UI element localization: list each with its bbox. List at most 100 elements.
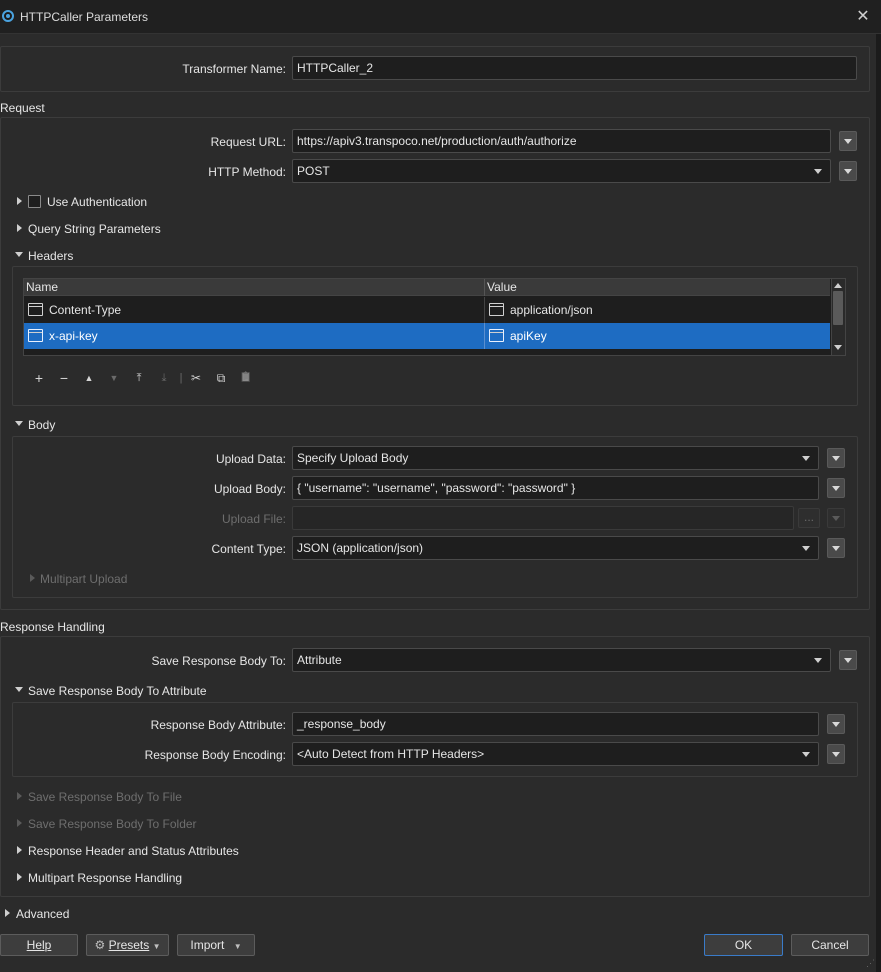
cut-icon[interactable]: ✂ <box>187 369 205 387</box>
request-section-label: Request <box>0 101 45 115</box>
cell-attribute-icon <box>28 329 43 342</box>
disclosure-triangle-icon[interactable] <box>17 197 22 205</box>
move-down-icon[interactable]: ▼ <box>105 369 123 387</box>
headers-table: Name Value Content-Type application/json… <box>23 278 846 356</box>
paste-icon[interactable]: 📋 <box>237 369 255 387</box>
upload-data-select[interactable]: Specify Upload Body <box>292 446 819 470</box>
upload-file-input <box>292 506 794 530</box>
content-type-menu-button[interactable] <box>827 538 845 558</box>
table-row[interactable]: x-api-key apiKey <box>24 323 830 349</box>
request-url-menu-button[interactable] <box>839 131 857 151</box>
advanced-toggle[interactable]: Advanced <box>16 907 69 921</box>
import-button-label: Import <box>190 938 225 952</box>
request-url-input[interactable]: https://apiv3.transpoco.net/production/a… <box>292 129 831 153</box>
save-to-folder-toggle: Save Response Body To Folder <box>28 817 197 831</box>
remove-row-icon[interactable]: − <box>55 369 73 387</box>
cell-attribute-icon <box>489 329 504 342</box>
upload-data-label: Upload Data: <box>215 452 286 466</box>
close-icon[interactable]: ✕ <box>852 6 874 28</box>
help-button[interactable]: Help <box>0 934 78 956</box>
column-divider <box>484 297 485 323</box>
move-up-icon[interactable]: ▲ <box>80 369 98 387</box>
upload-body-label: Upload Body: <box>213 482 286 496</box>
cell-attribute-icon <box>28 303 43 316</box>
headers-table-header: Name Value <box>24 279 830 296</box>
header-name-cell[interactable]: x-api-key <box>49 329 98 343</box>
response-body-encoding-select[interactable]: <Auto Detect from HTTP Headers> <box>292 742 819 766</box>
disclosure-triangle-icon[interactable] <box>15 421 23 426</box>
upload-body-menu-button[interactable] <box>827 478 845 498</box>
disclosure-triangle-icon[interactable] <box>17 846 22 854</box>
save-response-body-to-select[interactable]: Attribute <box>292 648 831 672</box>
chevron-down-icon: ▼ <box>152 942 161 951</box>
column-divider <box>484 279 485 296</box>
help-button-label: Help <box>26 938 52 952</box>
disclosure-triangle-icon <box>17 819 22 827</box>
upload-body-input[interactable]: { "username": "username", "password": "p… <box>292 476 819 500</box>
header-value-cell[interactable]: apiKey <box>510 329 547 343</box>
window-title: HTTPCaller Parameters <box>20 10 149 24</box>
upload-data-menu-button[interactable] <box>827 448 845 468</box>
scroll-down-icon[interactable] <box>834 345 842 350</box>
background-app-strip <box>876 34 881 972</box>
column-header-value[interactable]: Value <box>487 280 517 294</box>
body-toggle[interactable]: Body <box>28 418 55 432</box>
multipart-response-toggle[interactable]: Multipart Response Handling <box>28 871 182 885</box>
upload-file-browse-button: ... <box>798 508 820 528</box>
disclosure-triangle-icon[interactable] <box>15 252 23 257</box>
disclosure-triangle-icon <box>30 574 35 582</box>
gear-icon: ⚙ <box>94 938 106 952</box>
header-value-cell[interactable]: application/json <box>510 303 593 317</box>
save-response-body-to-menu-button[interactable] <box>839 650 857 670</box>
chevron-down-icon: ▼ <box>233 942 242 951</box>
content-type-select[interactable]: JSON (application/json) <box>292 536 819 560</box>
query-string-parameters-toggle[interactable]: Query String Parameters <box>28 222 161 236</box>
disclosure-triangle-icon[interactable] <box>5 909 10 917</box>
response-handling-section-label: Response Handling <box>0 620 105 634</box>
response-body-encoding-label: Response Body Encoding: <box>144 748 286 762</box>
header-name-cell[interactable]: Content-Type <box>49 303 121 317</box>
response-body-encoding-menu-button[interactable] <box>827 744 845 764</box>
radio-app-icon <box>2 10 14 22</box>
column-divider <box>484 323 485 349</box>
disclosure-triangle-icon[interactable] <box>17 873 22 881</box>
resize-grip-icon[interactable]: ⋰ <box>866 957 878 969</box>
copy-icon[interactable]: ⧉ <box>212 369 230 387</box>
headers-toggle[interactable]: Headers <box>28 249 73 263</box>
table-row[interactable]: Content-Type application/json <box>24 297 830 323</box>
save-to-attribute-toggle[interactable]: Save Response Body To Attribute <box>28 684 207 698</box>
scrollbar-thumb[interactable] <box>833 291 843 325</box>
presets-button[interactable]: ⚙ Presets ▼ <box>86 934 169 956</box>
cancel-button[interactable]: Cancel <box>791 934 869 956</box>
upload-file-label: Upload File: <box>221 512 286 526</box>
disclosure-triangle-icon[interactable] <box>15 687 23 692</box>
http-method-label: HTTP Method: <box>208 165 286 179</box>
move-bottom-icon[interactable]: ⤓ <box>155 369 173 387</box>
response-body-attribute-input[interactable]: _response_body <box>292 712 819 736</box>
request-url-label: Request URL: <box>210 135 286 149</box>
transformer-name-label: Transformer Name: <box>182 62 286 76</box>
content-type-label: Content Type: <box>211 542 287 556</box>
multipart-upload-toggle: Multipart Upload <box>40 572 128 586</box>
transformer-name-input[interactable]: HTTPCaller_2 <box>292 56 857 80</box>
import-button[interactable]: Import ▼ <box>177 934 255 956</box>
presets-button-label: Presets <box>108 938 150 952</box>
use-authentication-label: Use Authentication <box>47 195 148 209</box>
ok-button[interactable]: OK <box>704 934 783 956</box>
disclosure-triangle-icon <box>17 792 22 800</box>
move-top-icon[interactable]: ⤒ <box>130 369 148 387</box>
http-method-select[interactable]: POST <box>292 159 831 183</box>
save-response-body-to-label: Save Response Body To: <box>151 654 286 668</box>
disclosure-triangle-icon[interactable] <box>17 224 22 232</box>
column-header-name[interactable]: Name <box>26 280 58 294</box>
save-to-file-toggle: Save Response Body To File <box>28 790 182 804</box>
scroll-up-icon[interactable] <box>834 283 842 288</box>
use-authentication-checkbox[interactable] <box>28 195 41 208</box>
header-status-attributes-toggle[interactable]: Response Header and Status Attributes <box>28 844 239 858</box>
http-method-menu-button[interactable] <box>839 161 857 181</box>
response-body-attribute-label: Response Body Attribute: <box>150 718 286 732</box>
response-body-attribute-menu-button[interactable] <box>827 714 845 734</box>
add-row-icon[interactable]: + <box>30 369 48 387</box>
headers-table-scrollbar[interactable] <box>831 279 845 355</box>
cell-attribute-icon <box>489 303 504 316</box>
